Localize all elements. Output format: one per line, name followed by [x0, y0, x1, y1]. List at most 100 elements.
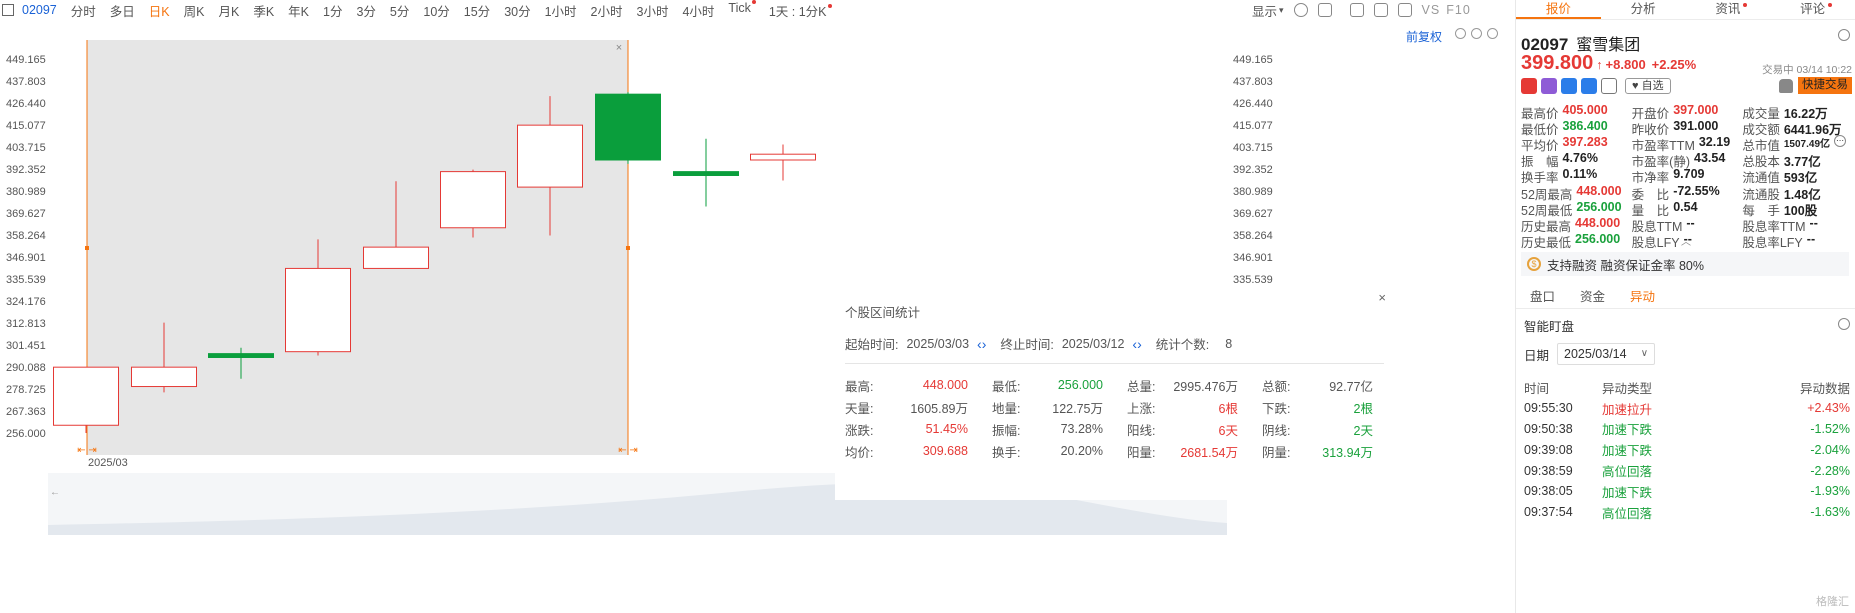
tag-badge-icon[interactable] [1581, 78, 1597, 94]
collapse-icon[interactable]: ︿ [1681, 233, 1691, 248]
candle-body[interactable] [595, 93, 661, 161]
alert-row[interactable]: 09:37:54 高位回落 -1.63% [1524, 502, 1850, 523]
candle-body[interactable] [208, 353, 274, 358]
period-tab[interactable]: 4小时 [682, 1, 714, 20]
alert-data: -2.28% [1810, 463, 1850, 478]
tab-2[interactable]: 资讯 [1686, 0, 1771, 19]
candle-body[interactable] [131, 366, 197, 388]
kline-chart[interactable]: × ⇤ ⇥ ⇤ ⇥ 449.165 449.165 437.803 437.803 426.4… [0, 25, 1515, 613]
period-tab[interactable]: 多日 [110, 1, 135, 20]
layout-toggle-icon[interactable] [2, 4, 14, 16]
drag-handle-icon[interactable]: ⇤ ⇥ [77, 445, 97, 456]
period-tab[interactable]: 1分 [323, 1, 342, 20]
quote-cell: 股息率LFY -- [1742, 232, 1853, 251]
selection-handle[interactable] [85, 246, 89, 250]
front-adjust-button[interactable]: 前复权 [1406, 28, 1442, 45]
period-tab[interactable]: 2小时 [591, 1, 623, 20]
end-value: 2025/03/12 [1061, 336, 1125, 351]
selection-close-icon[interactable]: × [616, 42, 622, 54]
settings-icon[interactable] [1293, 3, 1308, 17]
alert-data: +2.43% [1807, 401, 1850, 416]
candle-body[interactable] [517, 124, 583, 188]
period-tab[interactable]: 30分 [504, 1, 530, 20]
candle-body[interactable] [440, 171, 506, 229]
candle-body[interactable] [673, 171, 739, 176]
f10-button[interactable]: F10 [1446, 3, 1471, 17]
hk-badge-icon[interactable] [1521, 78, 1537, 94]
nav-left-icon[interactable]: ← [50, 487, 60, 498]
alert-time: 09:50:38 [1524, 421, 1573, 436]
period-tab[interactable]: 3分 [356, 1, 375, 20]
alert-type: 加速下跌 [1602, 423, 1653, 438]
more-icon[interactable]: ⋯ [1834, 134, 1847, 147]
period-tab[interactable]: 周K [184, 1, 205, 20]
tab-label: 资讯 [1715, 2, 1741, 16]
vs-button[interactable]: VS [1422, 3, 1441, 17]
period-tab[interactable]: Tick [728, 0, 756, 20]
period-tab[interactable]: 1天 : 1分K [769, 1, 832, 20]
stats-label: 最高: [845, 379, 874, 394]
candle-body[interactable] [53, 366, 119, 426]
tab-3[interactable]: 评论 [1770, 0, 1855, 19]
period-tab[interactable]: 分时 [71, 1, 96, 20]
info-badge-icon[interactable] [1561, 78, 1577, 94]
quote-row: 52周最高 448.000 委 比 -72.55% 流通股 1.48亿 [1521, 184, 1853, 202]
stats-value: 2681.54万 [1180, 445, 1238, 460]
subtab-1[interactable]: 资金 [1569, 287, 1616, 308]
close-icon[interactable]: × [1378, 290, 1386, 305]
alert-row[interactable]: 09:55:30 加速拉升 +2.43% [1524, 398, 1850, 419]
bell-icon[interactable] [1779, 79, 1793, 93]
fullscreen-icon[interactable] [1397, 3, 1412, 17]
subtab-0[interactable]: 盘口 [1519, 287, 1566, 308]
alert-list: 时间 异动类型 异动数据 09:55:30 加速拉升 +2.43% 09:50:38 加… [1524, 377, 1850, 523]
x-axis-label: 2025/03 [88, 457, 128, 469]
alert-row[interactable]: 09:39:08 加速下跌 -2.04% [1524, 439, 1850, 460]
period-tab[interactable]: 月K [218, 1, 239, 20]
period-tab[interactable]: 季K [253, 1, 274, 20]
start-adjust-icon[interactable]: ‹› [977, 336, 986, 352]
zoom-in-icon[interactable] [1487, 28, 1498, 39]
subtab-2[interactable]: 异动 [1619, 287, 1666, 308]
period-tab[interactable]: 15分 [464, 1, 490, 20]
selection-handle[interactable] [626, 246, 630, 250]
alert-row[interactable]: 09:50:38 加速下跌 -1.52% [1524, 419, 1850, 440]
camera-icon[interactable] [1349, 3, 1364, 17]
y-tick-left: 403.715 [6, 142, 46, 154]
drag-handle-icon[interactable]: ⇤ ⇥ [618, 445, 638, 456]
period-tab[interactable]: 日K [149, 1, 170, 20]
candle-body[interactable] [363, 246, 429, 269]
period-tab[interactable]: 3小时 [637, 1, 669, 20]
layout-icon[interactable] [1317, 3, 1332, 17]
period-tab[interactable]: 10分 [423, 1, 449, 20]
y-tick-left: 437.803 [6, 76, 46, 88]
end-adjust-icon[interactable]: ‹› [1132, 336, 1141, 352]
draw-icon[interactable] [1373, 3, 1388, 17]
candle-body[interactable] [285, 267, 351, 353]
chevron-down-icon: ▾ [1279, 4, 1284, 15]
add-watchlist-button[interactable]: ♥ 自选 [1625, 78, 1671, 94]
gear-icon[interactable] [1838, 29, 1850, 41]
alert-row[interactable]: 09:38:59 高位回落 -2.28% [1524, 460, 1850, 481]
selection-range[interactable] [87, 40, 628, 455]
stats-label: 上涨: [1127, 401, 1156, 416]
tab-0[interactable]: 报价 [1516, 0, 1601, 19]
panel-tabs: 报价 分析 资讯 评论 [1516, 0, 1855, 20]
flash-badge-icon[interactable] [1541, 78, 1557, 94]
y-tick-left: 415.077 [6, 120, 46, 132]
period-tab[interactable]: 5分 [390, 1, 409, 20]
date-select[interactable]: 2025/03/14 ∨ [1557, 343, 1656, 365]
period-tab[interactable]: 1小时 [545, 1, 577, 20]
tab-label: 评论 [1800, 2, 1826, 16]
display-menu[interactable]: 显示 [1252, 1, 1277, 20]
undo-icon[interactable] [1455, 28, 1466, 39]
note-badge-icon[interactable] [1601, 78, 1617, 94]
zoom-out-icon[interactable] [1471, 28, 1482, 39]
gear-icon[interactable] [1838, 318, 1850, 330]
toolbar-stock-code[interactable]: 02097 [22, 3, 57, 17]
trade-status: 交易中 03/14 10:22 [1762, 64, 1852, 76]
period-tab[interactable]: 年K [288, 1, 309, 20]
quick-trade-button[interactable]: 快捷交易 [1798, 77, 1852, 94]
tab-1[interactable]: 分析 [1601, 0, 1686, 19]
alert-row[interactable]: 09:38:05 加速下跌 -1.93% [1524, 481, 1850, 502]
candle-body[interactable] [750, 153, 816, 161]
